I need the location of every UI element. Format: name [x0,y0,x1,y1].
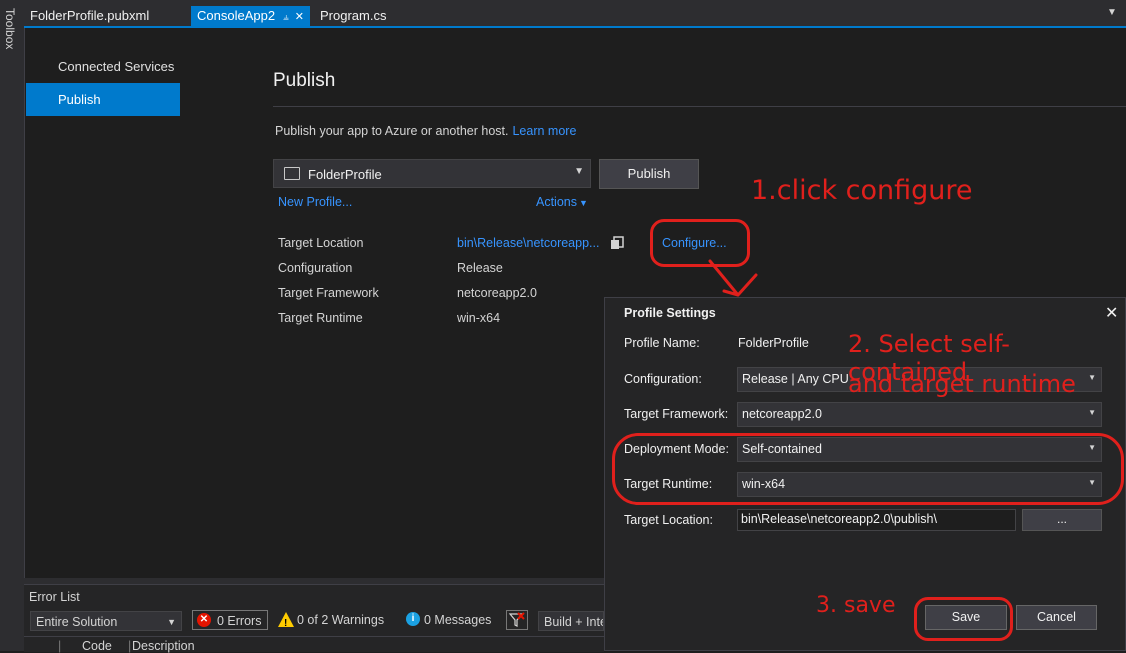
nav-item-connected-services[interactable]: Connected Services [26,50,180,83]
nav-item-label: Connected Services [58,59,175,74]
warnings-filter-button[interactable]: ! 0 of 2 Warnings [276,610,398,630]
target-runtime-label: Target Runtime [278,311,363,325]
info-icon: i [406,612,420,626]
browse-button[interactable]: ... [1022,509,1102,531]
error-list-header: | Code | Description [24,636,604,653]
target-framework-select-value: netcoreapp2.0 [742,407,822,421]
new-profile-link[interactable]: New Profile... [278,195,352,209]
publish-button[interactable]: Publish [599,159,699,189]
learn-more-link[interactable]: Learn more [512,124,576,138]
folder-icon [284,167,300,180]
configuration-label: Configuration [278,261,353,275]
target-framework-label: Target Framework: [624,407,729,421]
tab-folderprofile[interactable]: FolderProfile.pubxml [24,6,155,26]
annotation-ring-deployment [612,433,1124,505]
filter-clear-icon [508,612,525,627]
target-framework-value: netcoreapp2.0 [457,286,537,300]
chevron-down-icon: ▼ [167,617,176,627]
error-list-title: Error List [29,590,80,604]
description-text: Publish your app to Azure or another hos… [275,124,509,138]
warnings-count: 0 of 2 Warnings [297,613,385,627]
tab-label: ConsoleApp2 [197,8,276,23]
target-framework-label: Target Framework [278,286,379,300]
cancel-button[interactable]: Cancel [1016,605,1097,630]
target-location-input[interactable]: bin\Release\netcoreapp2.0\publish\ [737,509,1016,531]
close-icon[interactable]: ✕ [1105,303,1118,323]
tab-accent-line [24,26,1126,28]
tab-program-cs[interactable]: Program.cs [314,6,392,26]
profile-dropdown[interactable]: FolderProfile ▼ [273,159,591,188]
caret-down-icon: ▼ [579,198,588,208]
annotation-step2-line2: and target runtime [848,370,1076,398]
pin-icon[interactable]: ⫨ [283,12,289,23]
chevron-down-icon: ▼ [574,166,584,177]
toolbox-strip[interactable]: Toolbox [0,0,25,651]
actions-label: Actions [536,195,577,209]
messages-filter-button[interactable]: i 0 Messages [402,610,502,630]
configuration-label: Configuration: [624,372,702,386]
profile-name-label: Profile Name: [624,336,700,350]
target-runtime-value: win-x64 [457,311,501,325]
title-divider [273,106,1126,107]
tab-label: FolderProfile.pubxml [30,8,150,23]
close-icon[interactable]: ✕ [295,11,304,23]
left-nav: Connected Services Publish [26,50,180,116]
tab-label: Program.cs [320,8,387,23]
errors-count: 0 Errors [217,614,262,628]
target-framework-select[interactable]: netcoreapp2.0 ▼ [737,402,1102,427]
annotation-ring-save [914,597,1013,641]
warning-icon: ! [278,612,294,629]
profile-name-value: FolderProfile [738,336,809,350]
chevron-down-icon: ▼ [1088,408,1096,417]
target-location-link[interactable]: bin\Release\netcoreapp... [457,236,599,250]
tab-overflow-dropdown-icon[interactable]: ▼ [1104,4,1120,22]
build-filter-dropdown[interactable]: Build + IntelliSense [538,611,604,631]
profile-selected-value: FolderProfile [308,167,382,182]
nav-item-label: Publish [58,92,101,107]
annotation-step1: 1.click configure [751,175,973,206]
toolbox-label[interactable]: Toolbox [3,8,17,49]
build-filter-value: Build + IntelliSense [544,615,603,629]
annotation-arrow [708,259,758,297]
publish-description: Publish your app to Azure or another hos… [275,124,576,138]
target-location-label: Target Location: [624,513,713,527]
tab-consoleapp2[interactable]: ConsoleApp2 ⫨ ✕ [191,6,310,26]
actions-menu[interactable]: Actions ▼ [536,195,588,209]
dialog-title: Profile Settings [624,306,716,320]
configuration-select-value: Release | Any CPU [742,372,849,386]
messages-count: 0 Messages [424,613,492,627]
clear-filter-button[interactable] [506,610,528,630]
errors-filter-button[interactable]: ✕ 0 Errors [192,610,268,630]
target-location-value[interactable]: bin\Release\netcoreapp... [457,236,599,250]
page-title: Publish [273,70,336,91]
tab-bar [24,0,1126,28]
scope-dropdown[interactable]: Entire Solution ▼ [30,611,182,631]
target-location-input-value: bin\Release\netcoreapp2.0\publish\ [741,512,937,526]
copy-icon[interactable] [610,236,624,250]
nav-item-publish[interactable]: Publish [26,83,180,116]
target-location-label: Target Location [278,236,364,250]
error-icon: ✕ [197,613,211,627]
annotation-step3: 3. save [816,593,896,618]
scope-value: Entire Solution [36,615,118,629]
configuration-value: Release [457,261,503,275]
